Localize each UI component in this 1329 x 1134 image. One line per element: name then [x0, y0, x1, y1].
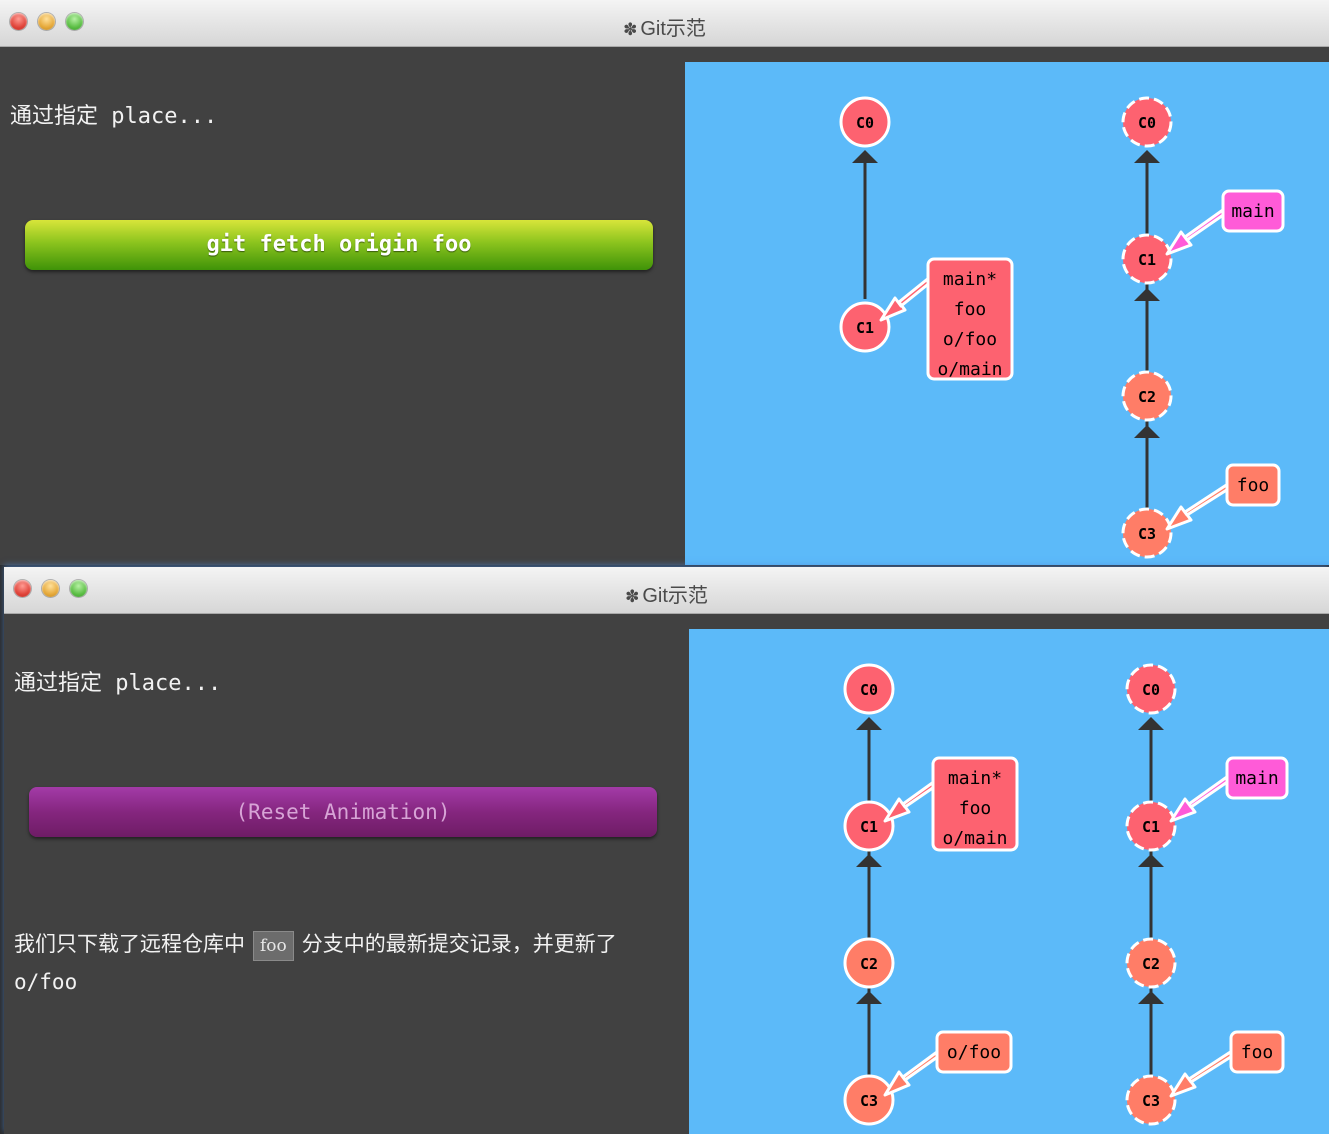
window-title: ✽ Git示范 [4, 579, 1329, 608]
demo-window-bottom: ✽ Git示范 通过指定 place... (Reset Animation) 我… [4, 567, 1329, 1134]
branch-label: main [1235, 768, 1278, 789]
desc-part: 我们只下载了远程仓库中 [14, 932, 245, 956]
intro-text: 通过指定 place... [14, 671, 222, 696]
arrowhead [856, 991, 882, 1004]
window-title: ✽ Git示范 [0, 12, 1329, 41]
git-graph-svg: C0 C1 main* foo o/foo o/main C0 C1 C2 C3 [839, 96, 1285, 559]
branch-label: foo [1237, 475, 1270, 496]
arrowhead [1134, 150, 1160, 163]
commit-label: C2 [860, 955, 878, 973]
branch-arrow [1165, 480, 1235, 531]
branch-arrow [1169, 772, 1235, 823]
arrowhead [1134, 288, 1160, 301]
branch-label: foo [959, 798, 992, 819]
arrowhead [856, 717, 882, 730]
window-title-text: Git示范 [640, 18, 706, 40]
commit-label: C0 [1138, 114, 1156, 132]
code-snippet: foo [253, 931, 294, 961]
commit-label: C3 [1138, 525, 1156, 543]
git-visualization: C0 C1 main* foo o/foo o/main C0 C1 C2 C3 [685, 62, 1329, 565]
commit-label: C3 [860, 1092, 878, 1110]
branch-label: main* [948, 768, 1002, 789]
branch-arrow [1165, 205, 1231, 256]
gear-icon: ✽ [625, 587, 640, 606]
demo-window-top: ✽ Git示范 通过指定 place... git fetch origin fo… [0, 0, 1329, 565]
commit-label: C0 [860, 681, 878, 699]
arrowhead [1134, 425, 1160, 438]
commit-label: C2 [1142, 955, 1160, 973]
branch-label: foo [1241, 1042, 1274, 1063]
command-button[interactable]: git fetch origin foo [25, 220, 653, 270]
branch-label: main* [943, 269, 997, 290]
arrowhead [1138, 854, 1164, 867]
commit-label: C1 [856, 319, 874, 337]
description-text: 我们只下载了远程仓库中 foo 分支中的最新提交记录，并更新了 o/foo [14, 925, 669, 1001]
reset-animation-button[interactable]: (Reset Animation) [29, 787, 657, 837]
commit-label: C2 [1138, 388, 1156, 406]
commit-label: C1 [860, 818, 878, 836]
arrowhead [852, 150, 878, 163]
title-bar: ✽ Git示范 [4, 567, 1329, 614]
git-graph-svg: C0 C1 C2 C3 main* foo o/main o/foo C0 C1… [843, 663, 1289, 1126]
intro-text: 通过指定 place... [10, 104, 218, 129]
commit-label: C1 [1138, 251, 1156, 269]
title-bar: ✽ Git示范 [0, 0, 1329, 47]
commit-label: C0 [856, 114, 874, 132]
branch-arrow [883, 1047, 945, 1097]
git-visualization: C0 C1 C2 C3 main* foo o/main o/foo C0 C1… [689, 629, 1329, 1134]
branch-label: o/foo [947, 1042, 1001, 1063]
branch-arrow [883, 779, 939, 823]
arrowhead [1138, 717, 1164, 730]
branch-label: foo [954, 299, 987, 320]
branch-label: o/main [942, 828, 1007, 849]
commit-label: C1 [1142, 818, 1160, 836]
arrowhead [1138, 991, 1164, 1004]
branch-arrow [879, 275, 934, 322]
window-title-text: Git示范 [642, 585, 708, 607]
branch-label: o/foo [943, 329, 997, 350]
branch-label: o/main [937, 359, 1002, 380]
branch-arrow [1169, 1047, 1239, 1098]
branch-label: main [1231, 201, 1274, 222]
commit-label: C0 [1142, 681, 1160, 699]
commit-label: C3 [1142, 1092, 1160, 1110]
arrowhead [856, 854, 882, 867]
gear-icon: ✽ [623, 20, 638, 39]
